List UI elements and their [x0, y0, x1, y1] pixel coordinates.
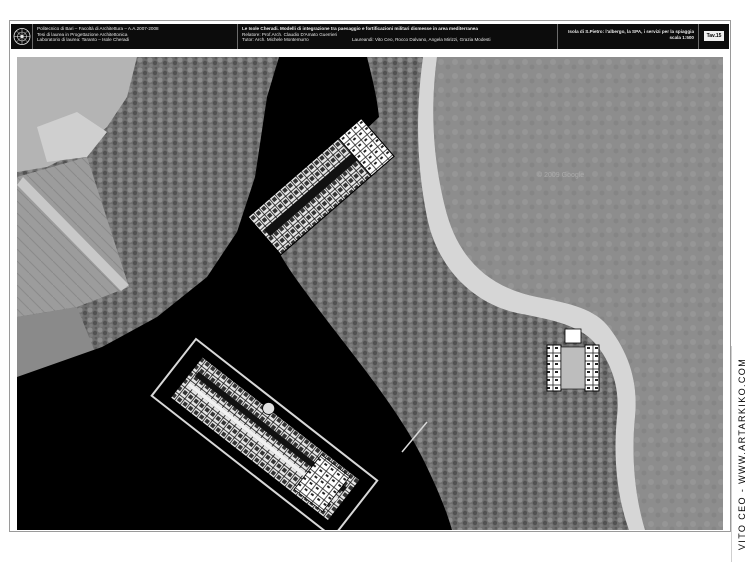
institution-info: Politecnico di Bari – Facoltà di Archite… [33, 24, 238, 49]
students-line: Laureandi: Vito Ceo, Rocco Dalvano, Ange… [352, 37, 491, 43]
tutor-line: Tutor: Arch. Michele Montemurro [242, 37, 309, 43]
side-watermark: VITO CEO - WWW.ARTARKIKO.COM [731, 346, 750, 562]
sheet-info: Isola di S.Pietro: l'albergo, la SPA, i … [558, 24, 699, 49]
map-watermark: © 2009 Google [537, 171, 584, 179]
project-info: Le Isole Cheradi. Modelli di integrazion… [238, 24, 558, 49]
lab-line: Laboratorio di laurea: Taranto – Isole C… [37, 37, 130, 43]
site-plan-map: © 2009 Google [17, 57, 723, 530]
sheet-number: Tav.15 [704, 31, 724, 41]
author-watermark: VITO CEO - WWW.ARTARKIKO.COM [736, 357, 747, 551]
sheet-number-cell: Tav.15 [699, 24, 729, 49]
university-logo [11, 24, 33, 49]
sheet-scale: scala 1:500 [669, 34, 694, 40]
sheet-title: Isola di S.Pietro: l'albergo, la SPA, i … [568, 29, 694, 34]
university-seal-icon [13, 28, 31, 45]
title-block: Politecnico di Bari – Facoltà di Archite… [11, 24, 729, 49]
drawing-sheet: Politecnico di Bari – Facoltà di Archite… [9, 20, 731, 532]
